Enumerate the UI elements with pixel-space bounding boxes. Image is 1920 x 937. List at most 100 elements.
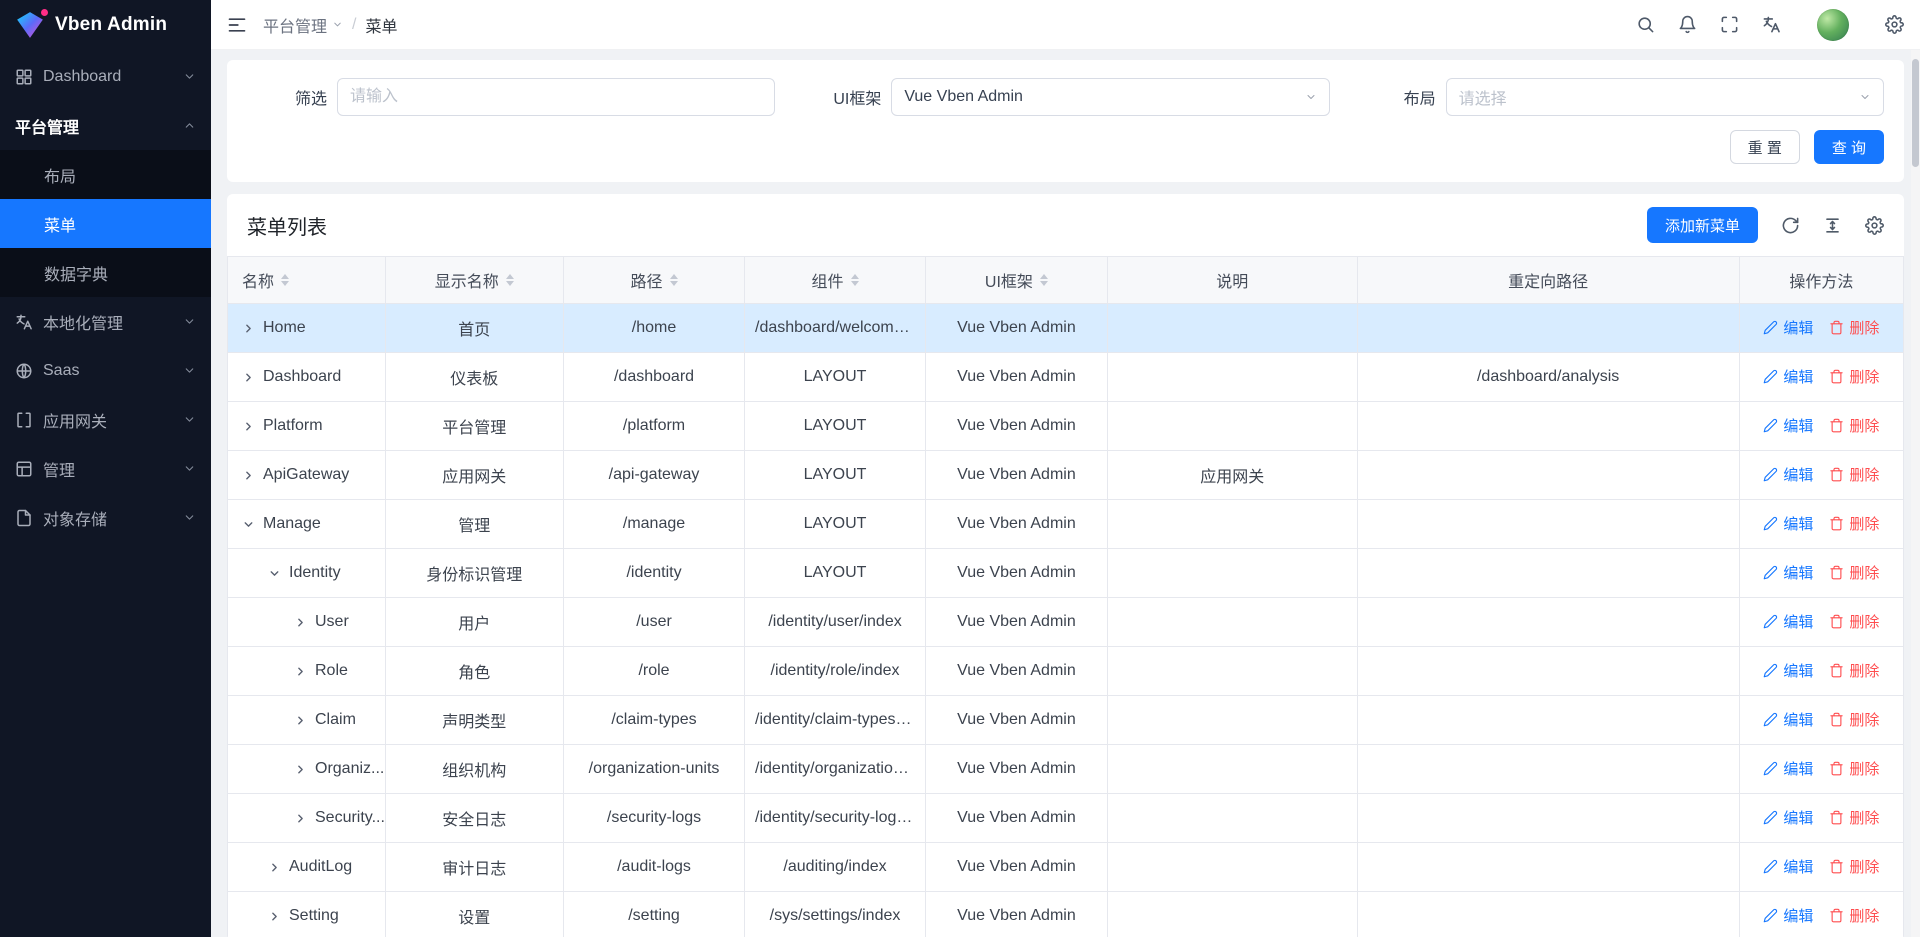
cell-component: /sys/settings/index (745, 892, 926, 937)
filter-input-filter[interactable] (337, 78, 775, 116)
table-row[interactable]: User用户/user/identity/user/indexVue Vben … (228, 598, 1904, 647)
expand-caret-icon[interactable] (242, 469, 255, 482)
sidebar-item-storage[interactable]: 对象存储 (0, 493, 211, 542)
table-row[interactable]: Role角色/role/identity/role/indexVue Vben … (228, 647, 1904, 696)
expand-caret-icon[interactable] (268, 861, 281, 874)
delete-button[interactable]: 删除 (1829, 660, 1879, 681)
delete-button[interactable]: 删除 (1829, 513, 1879, 534)
table-row[interactable]: AuditLog审计日志/audit-logs/auditing/indexVu… (228, 843, 1904, 892)
menu-fold-icon[interactable] (227, 15, 247, 35)
column-settings-icon[interactable] (1865, 216, 1884, 235)
delete-button[interactable]: 删除 (1829, 709, 1879, 730)
delete-button[interactable]: 删除 (1829, 562, 1879, 583)
refresh-icon[interactable] (1781, 216, 1800, 235)
delete-button[interactable]: 删除 (1829, 317, 1879, 338)
delete-button[interactable]: 删除 (1829, 758, 1879, 779)
delete-button[interactable]: 删除 (1829, 366, 1879, 387)
edit-button[interactable]: 编辑 (1763, 317, 1813, 338)
table-row[interactable]: Claim声明类型/claim-types/identity/claim-typ… (228, 696, 1904, 745)
expand-caret-icon[interactable] (242, 322, 255, 335)
sidebar-subitem-data-dictionary[interactable]: 数据字典 (0, 248, 211, 297)
sidebar-subitem-layout[interactable]: 布局 (0, 150, 211, 199)
translate-icon[interactable] (1762, 15, 1781, 34)
sidebar-menu: Dashboard平台管理布局菜单数据字典本地化管理Saas应用网关管理对象存储 (0, 50, 211, 937)
sort-icon[interactable] (506, 274, 514, 286)
edit-button[interactable]: 编辑 (1763, 807, 1813, 828)
sort-icon[interactable] (1040, 274, 1048, 286)
delete-button[interactable]: 删除 (1829, 856, 1879, 877)
search-button[interactable]: 查 询 (1814, 130, 1884, 164)
edit-button[interactable]: 编辑 (1763, 660, 1813, 681)
edit-button[interactable]: 编辑 (1763, 366, 1813, 387)
add-menu-button[interactable]: 添加新菜单 (1647, 207, 1758, 243)
expand-caret-icon[interactable] (242, 518, 255, 531)
table-row[interactable]: Security...安全日志/security-logs/identity/s… (228, 794, 1904, 843)
edit-icon (1763, 320, 1778, 335)
table-row[interactable]: ApiGateway应用网关/api-gatewayLAYOUTVue Vben… (228, 451, 1904, 500)
sort-icon[interactable] (851, 274, 859, 286)
row-height-icon[interactable] (1823, 216, 1842, 235)
expand-caret-icon[interactable] (268, 910, 281, 923)
settings-icon[interactable] (1885, 15, 1904, 34)
table-row[interactable]: Setting设置/setting/sys/settings/indexVue … (228, 892, 1904, 937)
edit-button[interactable]: 编辑 (1763, 856, 1813, 877)
column-header-path[interactable]: 路径 (564, 257, 745, 304)
sidebar-item-gateway[interactable]: 应用网关 (0, 395, 211, 444)
column-header-ui-framework[interactable]: UI框架 (926, 257, 1108, 304)
sidebar-subitem-menu[interactable]: 菜单 (0, 199, 211, 248)
edit-button[interactable]: 编辑 (1763, 464, 1813, 485)
column-header-name[interactable]: 名称 (228, 257, 386, 304)
sidebar-subitem-label: 数据字典 (44, 261, 108, 285)
expand-caret-icon[interactable] (294, 714, 307, 727)
expand-caret-icon[interactable] (294, 763, 307, 776)
edit-button[interactable]: 编辑 (1763, 905, 1813, 926)
delete-button[interactable]: 删除 (1829, 905, 1879, 926)
table-row[interactable]: Organiz...组织机构/organization-units/identi… (228, 745, 1904, 794)
sort-icon[interactable] (670, 274, 678, 286)
sidebar-item-localization[interactable]: 本地化管理 (0, 297, 211, 346)
edit-button[interactable]: 编辑 (1763, 513, 1813, 534)
sidebar-item-manage[interactable]: 管理 (0, 444, 211, 493)
table-row[interactable]: Platform平台管理/platformLAYOUTVue Vben Admi… (228, 402, 1904, 451)
logo[interactable]: Vben Admin (0, 0, 211, 50)
column-header-component[interactable]: 组件 (745, 257, 926, 304)
filter-select-layout[interactable]: 请选择 (1446, 78, 1884, 116)
edit-button[interactable]: 编辑 (1763, 709, 1813, 730)
edit-button[interactable]: 编辑 (1763, 611, 1813, 632)
table-row[interactable]: Identity身份标识管理/identityLAYOUTVue Vben Ad… (228, 549, 1904, 598)
fullscreen-icon[interactable] (1720, 15, 1739, 34)
expand-caret-icon[interactable] (242, 420, 255, 433)
expand-caret-icon[interactable] (242, 371, 255, 384)
edit-icon (1763, 369, 1778, 384)
sidebar-item-saas[interactable]: Saas (0, 346, 211, 395)
delete-icon (1829, 565, 1844, 580)
sort-icon[interactable] (281, 274, 289, 286)
edit-button[interactable]: 编辑 (1763, 415, 1813, 436)
table-row[interactable]: Manage管理/manageLAYOUTVue Vben Admin编辑删除 (228, 500, 1904, 549)
search-icon[interactable] (1636, 15, 1655, 34)
table-row[interactable]: Home首页/home/dashboard/welcome/in...Vue V… (228, 304, 1904, 353)
expand-caret-icon[interactable] (294, 616, 307, 629)
expand-caret-icon[interactable] (294, 812, 307, 825)
expand-caret-icon[interactable] (294, 665, 307, 678)
edit-button[interactable]: 编辑 (1763, 562, 1813, 583)
delete-button[interactable]: 删除 (1829, 807, 1879, 828)
breadcrumb-parent[interactable]: 平台管理 (263, 13, 343, 37)
edit-button[interactable]: 编辑 (1763, 758, 1813, 779)
delete-button[interactable]: 删除 (1829, 611, 1879, 632)
table-row[interactable]: Dashboard仪表板/dashboardLAYOUTVue Vben Adm… (228, 353, 1904, 402)
delete-button[interactable]: 删除 (1829, 464, 1879, 485)
scrollbar-thumb[interactable] (1912, 59, 1919, 167)
reset-button[interactable]: 重 置 (1730, 130, 1800, 164)
avatar[interactable] (1817, 9, 1849, 41)
column-header-display-name[interactable]: 显示名称 (385, 257, 563, 304)
sidebar-item-dashboard[interactable]: Dashboard (0, 52, 211, 101)
cell-display-name: 审计日志 (385, 843, 563, 892)
delete-button[interactable]: 删除 (1829, 415, 1879, 436)
notification-icon[interactable] (1678, 15, 1697, 34)
filter-select-ui-framework[interactable]: Vue Vben Admin (891, 78, 1329, 116)
cell-framework: Vue Vben Admin (926, 794, 1108, 843)
expand-caret-icon[interactable] (268, 567, 281, 580)
sidebar-item-platform-management[interactable]: 平台管理 (0, 101, 211, 150)
scrollbar[interactable] (1911, 50, 1920, 937)
